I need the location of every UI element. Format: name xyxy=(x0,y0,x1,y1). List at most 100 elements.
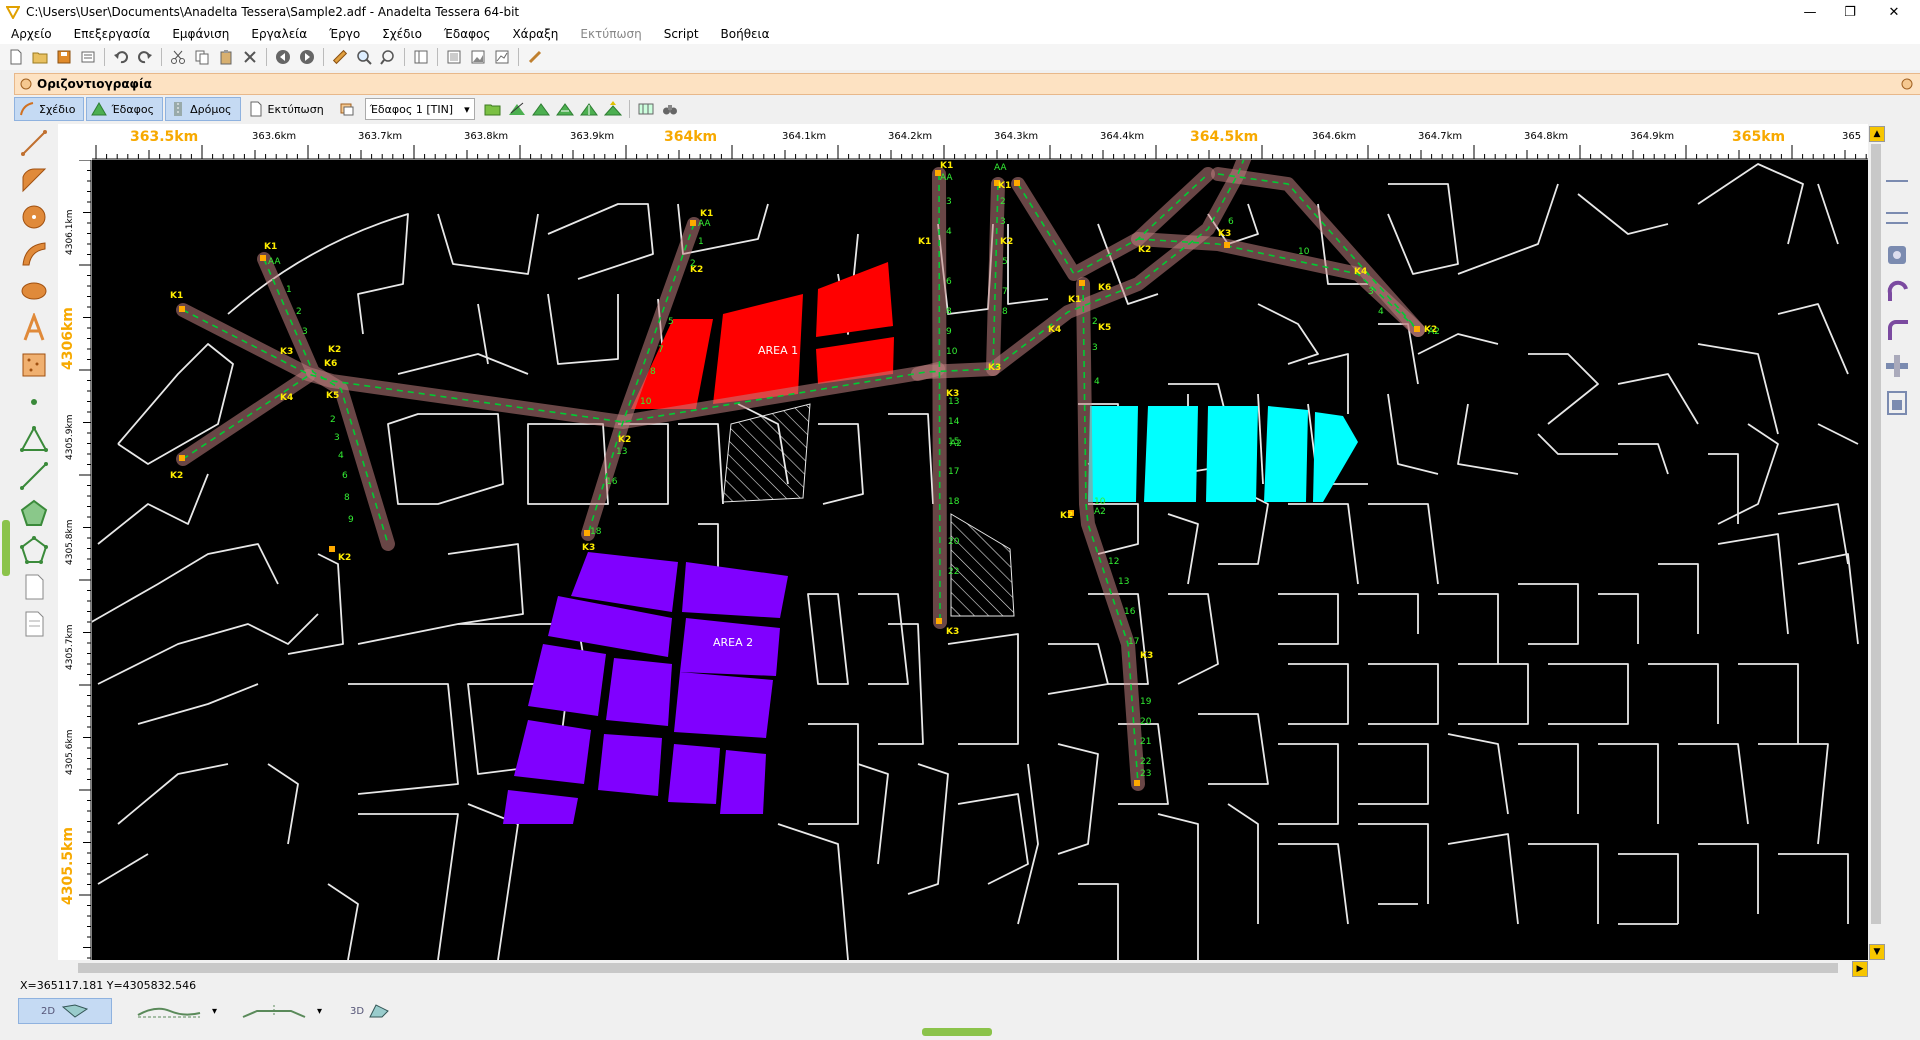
horizontal-scroll-thumb[interactable] xyxy=(78,963,1838,973)
paste-button[interactable] xyxy=(215,46,237,68)
svg-text:8: 8 xyxy=(946,307,952,317)
zoom-button[interactable] xyxy=(353,46,375,68)
menu-tools[interactable]: Εργαλεία xyxy=(240,27,318,41)
tab-terrain[interactable]: Έδαφος xyxy=(86,97,164,121)
profile-view-dropdown[interactable]: ▾ xyxy=(212,1006,217,1017)
ellipse-tool-button[interactable] xyxy=(16,273,52,309)
svg-text:4: 4 xyxy=(1094,377,1100,387)
view2-button[interactable] xyxy=(467,46,489,68)
svg-text:365km: 365km xyxy=(1732,129,1785,145)
line-tool-right-button[interactable] xyxy=(1880,164,1914,198)
binoculars-button[interactable] xyxy=(659,98,681,120)
menu-script[interactable]: Script xyxy=(653,27,710,41)
menu-alignment[interactable]: Χάραξη xyxy=(501,27,569,41)
view1-button[interactable] xyxy=(443,46,465,68)
tin-slope-button[interactable] xyxy=(578,98,600,120)
panel-icon xyxy=(447,50,461,64)
svg-text:18: 18 xyxy=(948,497,960,507)
minimize-button[interactable]: — xyxy=(1790,0,1830,24)
cut-button[interactable] xyxy=(167,46,189,68)
view-2d-button[interactable]: 2D xyxy=(18,998,112,1024)
save-button[interactable] xyxy=(53,46,75,68)
menu-edit[interactable]: Επεξεργασία xyxy=(63,27,162,41)
menu-drawing[interactable]: Σχέδιο xyxy=(371,27,433,41)
text-tool-button[interactable] xyxy=(16,310,52,346)
svg-text:K4: K4 xyxy=(1354,267,1367,277)
pencil-button[interactable] xyxy=(524,46,546,68)
profile-view-button[interactable] xyxy=(130,999,208,1023)
scroll-down-button[interactable]: ▼ xyxy=(1869,944,1885,960)
new-file-button[interactable] xyxy=(5,46,27,68)
svg-text:6: 6 xyxy=(1228,217,1234,227)
tab-drawing[interactable]: Σχέδιο xyxy=(14,97,85,121)
arc-tool-button[interactable] xyxy=(16,162,52,198)
forward-button[interactable] xyxy=(296,46,318,68)
region-tool-button[interactable] xyxy=(16,532,52,568)
panel-pin-icon[interactable] xyxy=(19,77,33,91)
menu-help[interactable]: Βοήθεια xyxy=(710,27,781,41)
layers-button[interactable] xyxy=(336,98,358,120)
view-3d-button[interactable]: 3D xyxy=(340,999,400,1023)
point-tool-button[interactable] xyxy=(16,384,52,420)
area-3[interactable] xyxy=(1088,406,1358,502)
delete-button[interactable] xyxy=(239,46,261,68)
new-file-icon xyxy=(10,49,22,65)
open-file-button[interactable] xyxy=(29,46,51,68)
hatch-tool-button[interactable] xyxy=(16,347,52,383)
line-tool-button[interactable] xyxy=(16,125,52,161)
tab-print[interactable]: Εκτύπωση xyxy=(243,97,333,121)
menu-terrain[interactable]: Έδαφος xyxy=(433,27,502,41)
map-canvas[interactable]: AREA 1 AREA 2 K1 K1 K1 K1 K1 K1 K1 K2 K2… xyxy=(58,117,1868,961)
tin-raise-button[interactable] xyxy=(602,98,624,120)
menu-file[interactable]: Αρχείο xyxy=(0,27,63,41)
circle-tool-button[interactable] xyxy=(16,199,52,235)
svg-text:K2: K2 xyxy=(328,345,341,355)
redo-button[interactable] xyxy=(134,46,156,68)
view3-button[interactable] xyxy=(491,46,513,68)
polygon-tool-button[interactable] xyxy=(16,495,52,531)
layout-button[interactable] xyxy=(410,46,432,68)
menu-project[interactable]: Έργο xyxy=(318,27,371,41)
measure-button[interactable] xyxy=(329,46,351,68)
left-panel-splitter[interactable] xyxy=(2,520,10,576)
page-tool-button[interactable] xyxy=(16,569,52,605)
scroll-right-button[interactable]: ▶ xyxy=(1852,961,1868,977)
terrain-icon xyxy=(91,102,108,116)
sheet-tool-button[interactable] xyxy=(16,606,52,642)
layer-right-button[interactable] xyxy=(1880,238,1914,272)
grid-button[interactable] xyxy=(635,98,657,120)
zoom-window-button[interactable] xyxy=(377,46,399,68)
horizontal-scrollbar[interactable]: ▶ xyxy=(58,960,1868,977)
svg-text:12: 12 xyxy=(1108,557,1119,567)
terrain-select[interactable]: Έδαφος 1 [TIN] ▾ xyxy=(364,98,475,120)
terrain-folder-button[interactable] xyxy=(482,98,504,120)
panel-close-icon[interactable] xyxy=(1900,77,1914,91)
menu-view[interactable]: Εμφάνιση xyxy=(161,27,240,41)
cross-section-dropdown[interactable]: ▾ xyxy=(317,1006,322,1017)
triangle-tool-button[interactable] xyxy=(16,421,52,457)
polyline-tool-button[interactable] xyxy=(16,458,52,494)
back-button[interactable] xyxy=(272,46,294,68)
align-right-button[interactable] xyxy=(1880,201,1914,235)
tin-contours-button[interactable] xyxy=(554,98,576,120)
curve-tool-button[interactable] xyxy=(16,236,52,272)
copy-button[interactable] xyxy=(191,46,213,68)
svg-text:K5: K5 xyxy=(1098,323,1111,333)
bottom-panel-splitter[interactable] xyxy=(922,1028,992,1036)
svg-text:10: 10 xyxy=(1094,497,1106,507)
close-button[interactable]: ✕ xyxy=(1874,0,1914,24)
tin-edit-button[interactable] xyxy=(506,98,528,120)
section-right-button[interactable] xyxy=(1880,386,1914,420)
rotate-right-button[interactable] xyxy=(1880,275,1914,309)
cross-section-button[interactable] xyxy=(235,999,313,1023)
undo-button[interactable] xyxy=(110,46,132,68)
svg-text:365: 365 xyxy=(1842,131,1861,142)
svg-text:K2: K2 xyxy=(1138,245,1151,255)
tab-road[interactable]: Δρόμος xyxy=(165,97,241,121)
properties-button[interactable] xyxy=(77,46,99,68)
split-right-button[interactable] xyxy=(1880,349,1914,383)
menu-print[interactable]: Εκτύπωση xyxy=(569,27,652,41)
maximize-button[interactable]: ❐ xyxy=(1830,0,1870,24)
fillet-right-button[interactable] xyxy=(1880,312,1914,346)
tin-create-button[interactable] xyxy=(530,98,552,120)
